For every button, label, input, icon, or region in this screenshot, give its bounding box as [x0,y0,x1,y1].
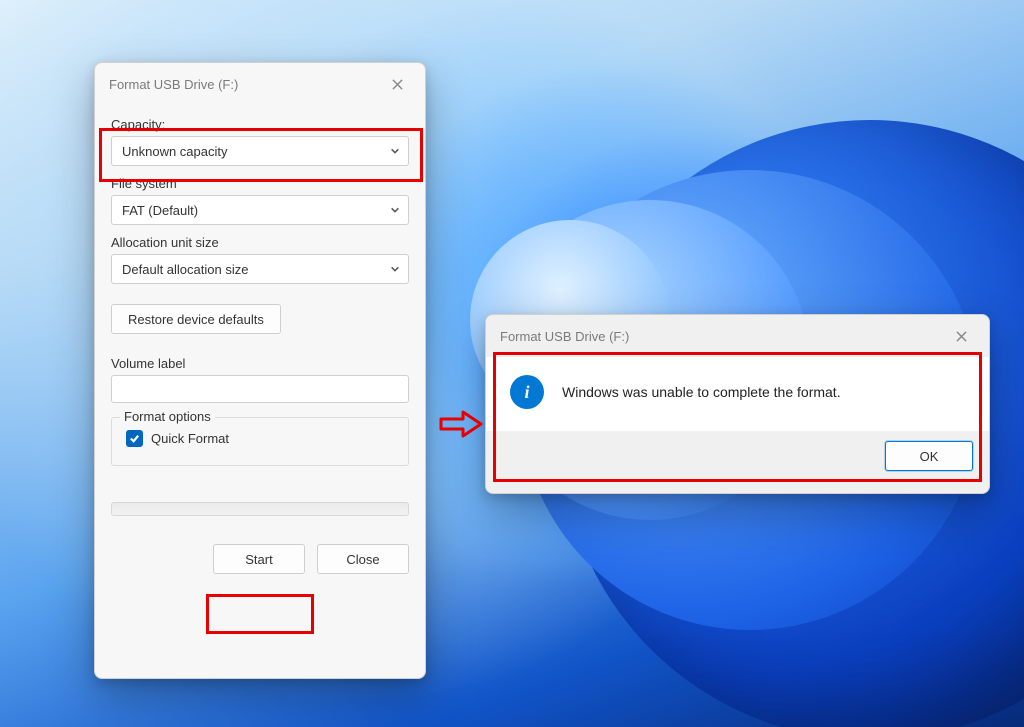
quick-format-label: Quick Format [151,431,229,446]
chevron-down-icon [390,144,400,159]
arrow-icon [439,409,483,439]
error-dialog-body: i Windows was unable to complete the for… [486,357,989,431]
ok-button[interactable]: OK [885,441,973,471]
filesystem-label: File system [111,176,409,191]
format-progressbar [111,502,409,516]
format-dialog-titlebar[interactable]: Format USB Drive (F:) [95,63,425,105]
error-dialog-title: Format USB Drive (F:) [500,329,629,344]
error-message: Windows was unable to complete the forma… [562,384,841,400]
format-dialog-body: Capacity: Unknown capacity File system F… [95,105,425,588]
error-dialog-titlebar[interactable]: Format USB Drive (F:) [486,315,989,357]
close-icon[interactable] [381,71,413,97]
filesystem-select-value: FAT (Default) [122,203,198,218]
error-dialog-footer: OK [486,431,989,481]
alloc-label: Allocation unit size [111,235,409,250]
alloc-select-value: Default allocation size [122,262,248,277]
capacity-select[interactable]: Unknown capacity [111,136,409,166]
volume-label-input[interactable] [111,375,409,403]
close-icon[interactable] [945,323,977,349]
format-options-title: Format options [120,409,215,424]
capacity-select-value: Unknown capacity [122,144,228,159]
quick-format-checkbox[interactable] [126,430,143,447]
format-options-group: Format options Quick Format [111,417,409,466]
format-dialog-title: Format USB Drive (F:) [109,77,238,92]
info-icon: i [510,375,544,409]
restore-defaults-button[interactable]: Restore device defaults [111,304,281,334]
volume-label-label: Volume label [111,356,409,371]
close-button[interactable]: Close [317,544,409,574]
format-button-row: Start Close [111,544,409,574]
start-button[interactable]: Start [213,544,305,574]
capacity-label: Capacity: [111,117,409,132]
filesystem-select[interactable]: FAT (Default) [111,195,409,225]
chevron-down-icon [390,203,400,218]
alloc-select[interactable]: Default allocation size [111,254,409,284]
chevron-down-icon [390,262,400,277]
format-dialog-window: Format USB Drive (F:) Capacity: Unknown … [94,62,426,679]
error-dialog-window: Format USB Drive (F:) i Windows was unab… [485,314,990,494]
quick-format-checkbox-row[interactable]: Quick Format [126,430,398,447]
